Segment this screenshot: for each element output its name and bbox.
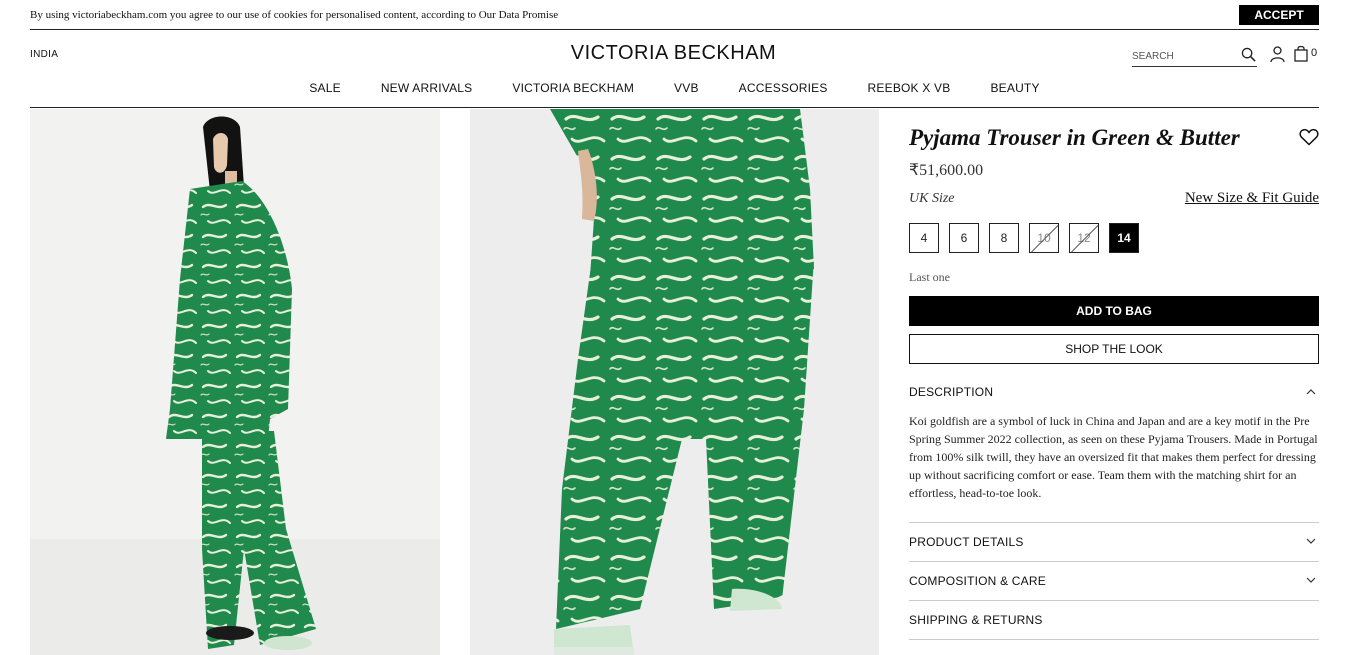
product-image-full-look[interactable] (30, 109, 440, 655)
search-input[interactable] (1132, 47, 1237, 65)
size-label: UK Size (909, 191, 955, 206)
cookie-banner: By using victoriabeckham.com you agree t… (30, 0, 1319, 30)
size-selector: 4 6 8 10 12 14 (909, 223, 1139, 253)
size-option-unavailable[interactable]: 10 (1029, 223, 1059, 253)
size-option[interactable]: 8 (989, 223, 1019, 253)
accordion-composition-care[interactable]: COMPOSITION & CARE (909, 561, 1319, 600)
main-nav: SALE NEW ARRIVALS VICTORIA BECKHAM VVB A… (30, 78, 1319, 108)
stock-note: Last one (909, 270, 950, 284)
heart-icon[interactable] (1299, 128, 1319, 146)
product-image-detail[interactable] (470, 109, 879, 655)
nav-item-vvb[interactable]: VVB (674, 78, 699, 107)
accordion-product-details[interactable]: PRODUCT DETAILS (909, 522, 1319, 561)
divider (909, 639, 1319, 640)
chevron-up-icon (1306, 389, 1316, 395)
size-option-selected[interactable]: 14 (1109, 223, 1139, 253)
bag-icon[interactable] (1294, 45, 1308, 62)
nav-item-sale[interactable]: SALE (309, 78, 341, 107)
accordion-label: COMPOSITION & CARE (909, 574, 1046, 588)
accordion-label: SHIPPING & RETURNS (909, 613, 1043, 627)
product-description: Koi goldfish are a symbol of luck in Chi… (909, 414, 1318, 500)
size-guide-link[interactable]: New Size & Fit Guide (1185, 190, 1319, 207)
nav-item-beauty[interactable]: BEAUTY (990, 78, 1039, 107)
product-title: Pyjama Trouser in Green & Butter (909, 125, 1240, 150)
size-option[interactable]: 4 (909, 223, 939, 253)
shop-the-look-button[interactable]: SHOP THE LOOK (909, 334, 1319, 364)
nav-item-new-arrivals[interactable]: NEW ARRIVALS (381, 78, 473, 107)
accordion-label: PRODUCT DETAILS (909, 535, 1024, 549)
size-option[interactable]: 6 (949, 223, 979, 253)
accept-cookies-button[interactable]: ACCEPT (1239, 5, 1319, 25)
user-icon[interactable] (1270, 46, 1285, 62)
search-icon[interactable] (1241, 47, 1256, 62)
chevron-down-icon (1306, 538, 1316, 544)
nav-item-reebok-x-vb[interactable]: REEBOK X VB (868, 78, 951, 107)
nav-item-accessories[interactable]: ACCESSORIES (739, 78, 828, 107)
size-option-unavailable[interactable]: 12 (1069, 223, 1099, 253)
accordion-label: DESCRIPTION (909, 385, 994, 399)
nav-item-victoria-beckham[interactable]: VICTORIA BECKHAM (512, 78, 634, 107)
accordion-description[interactable]: DESCRIPTION (909, 372, 1319, 411)
cookie-text: By using victoriabeckham.com you agree t… (30, 9, 559, 21)
search-box (1132, 46, 1257, 67)
bag-count: 0 (1311, 47, 1318, 59)
add-to-bag-button[interactable]: ADD TO BAG (909, 296, 1319, 326)
accordion-shipping-returns[interactable]: SHIPPING & RETURNS (909, 600, 1319, 639)
chevron-down-icon (1306, 577, 1316, 583)
product-price: ₹51,600.00 (909, 162, 984, 179)
